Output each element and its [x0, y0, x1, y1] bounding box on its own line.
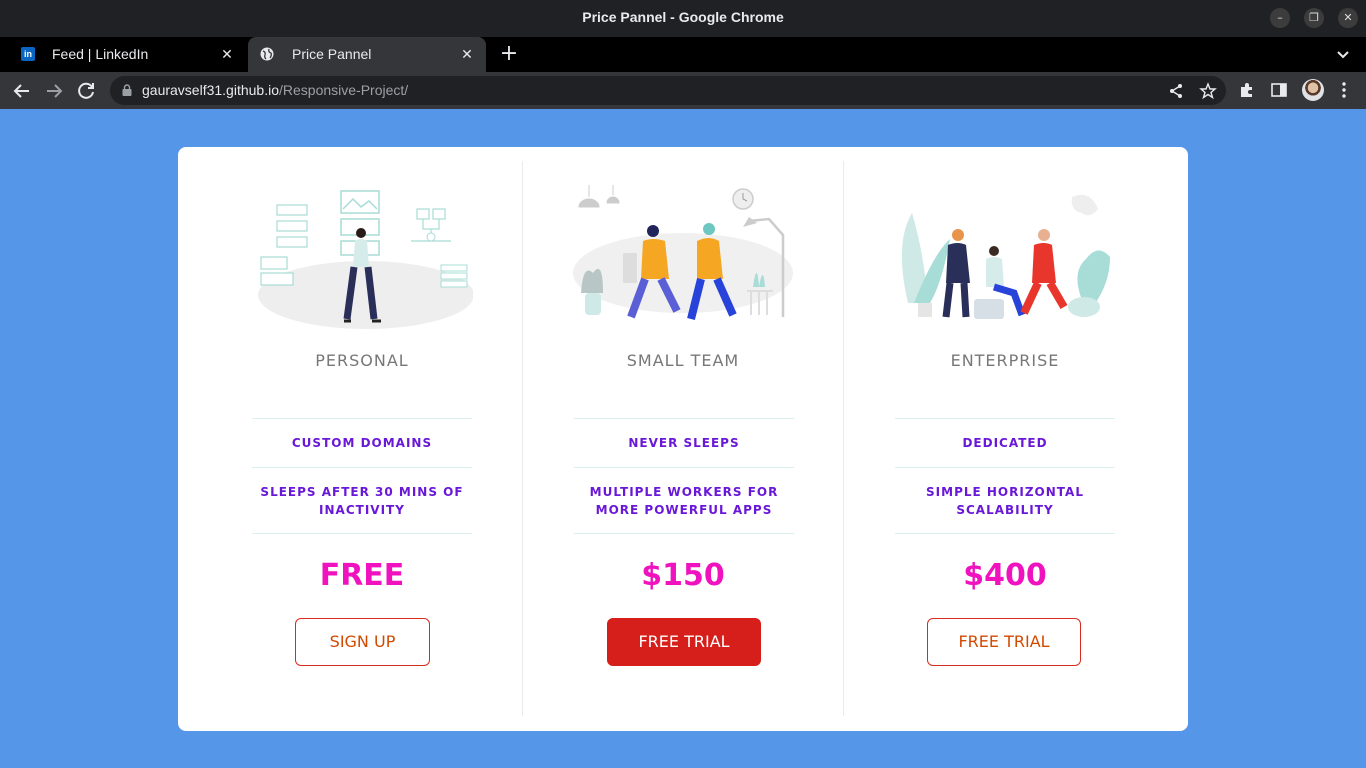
forward-icon[interactable]: [42, 79, 66, 103]
extensions-icon[interactable]: [1238, 81, 1256, 99]
share-icon[interactable]: [1167, 82, 1185, 100]
plan-price: FREE: [319, 558, 405, 593]
feature-item: CUSTOM DOMAINS: [252, 418, 472, 467]
plan-price: $150: [641, 558, 725, 593]
tab-price-pannel[interactable]: Price Pannel ✕: [248, 37, 486, 72]
plan-card-small-team: SMALL TEAM NEVER SLEEPS MULTIPLE WORKERS…: [522, 161, 844, 716]
feature-item: SLEEPS AFTER 30 MINS OF INACTIVITY: [252, 467, 472, 534]
profile-avatar[interactable]: [1302, 79, 1324, 101]
minimize-icon[interactable]: –: [1270, 8, 1290, 28]
feature-item: NEVER SLEEPS: [574, 418, 794, 467]
feature-list: NEVER SLEEPS MULTIPLE WORKERS FOR MORE P…: [574, 418, 794, 534]
feature-item: MULTIPLE WORKERS FOR MORE POWERFUL APPS: [574, 467, 794, 534]
plan-card-personal: PERSONAL CUSTOM DOMAINS SLEEPS AFTER 30 …: [201, 161, 523, 716]
close-window-icon[interactable]: ✕: [1338, 8, 1358, 28]
feature-list: DEDICATED SIMPLE HORIZONTAL SCALABILITY: [895, 418, 1115, 534]
free-trial-button[interactable]: FREE TRIAL: [927, 618, 1081, 666]
feature-list: CUSTOM DOMAINS SLEEPS AFTER 30 MINS OF I…: [252, 418, 472, 534]
plan-card-enterprise: ENTERPRISE DEDICATED SIMPLE HORIZONTAL S…: [844, 161, 1166, 716]
sign-up-button[interactable]: SIGN UP: [295, 618, 430, 666]
page-viewport: PERSONAL CUSTOM DOMAINS SLEEPS AFTER 30 …: [0, 109, 1366, 768]
browser-toolbar: gauravself31.github.io/Responsive-Projec…: [0, 72, 1366, 109]
plan-name: SMALL TEAM: [626, 351, 740, 370]
side-panel-icon[interactable]: [1270, 81, 1288, 99]
url-path: /Responsive-Project/: [279, 82, 409, 98]
menu-dots-icon[interactable]: [1335, 81, 1353, 99]
feature-item: SIMPLE HORIZONTAL SCALABILITY: [895, 467, 1115, 534]
bookmark-star-icon[interactable]: [1199, 82, 1217, 100]
window-title-bar: Price Pannel - Google Chrome – ❐ ✕: [0, 0, 1366, 37]
plan-name: ENTERPRISE: [950, 351, 1060, 370]
free-trial-button[interactable]: FREE TRIAL: [607, 618, 761, 666]
url-host: gauravself31.github.io: [142, 82, 279, 98]
tab-strip: in Feed | LinkedIn ✕ Price Pannel ✕ +: [0, 37, 1366, 72]
window-title: Price Pannel - Google Chrome: [582, 9, 784, 25]
team-meeting-illustration: [901, 194, 1110, 319]
plan-name: PERSONAL: [315, 351, 409, 370]
linkedin-icon: in: [21, 47, 35, 61]
reload-icon[interactable]: [74, 79, 98, 103]
close-tab-icon[interactable]: ✕: [458, 45, 476, 63]
new-tab-icon[interactable]: +: [498, 43, 520, 65]
pricing-panel: PERSONAL CUSTOM DOMAINS SLEEPS AFTER 30 …: [178, 147, 1188, 731]
restore-icon[interactable]: ❐: [1304, 8, 1324, 28]
feature-item: DEDICATED: [895, 418, 1115, 467]
close-tab-icon[interactable]: ✕: [218, 45, 236, 63]
back-icon[interactable]: [10, 79, 34, 103]
chevron-down-icon[interactable]: [1334, 45, 1352, 63]
address-bar[interactable]: gauravself31.github.io/Responsive-Projec…: [110, 76, 1226, 105]
tab-label: Price Pannel: [292, 46, 372, 62]
globe-icon: [260, 47, 274, 61]
lock-icon[interactable]: [122, 84, 132, 96]
person-with-dashboard-illustration: [258, 190, 473, 329]
plan-price: $400: [963, 558, 1047, 593]
tab-linkedin[interactable]: in Feed | LinkedIn ✕: [8, 37, 246, 72]
two-people-walking-illustration: [573, 185, 793, 320]
url-text[interactable]: gauravself31.github.io/Responsive-Projec…: [142, 82, 408, 98]
tab-label: Feed | LinkedIn: [52, 46, 149, 62]
